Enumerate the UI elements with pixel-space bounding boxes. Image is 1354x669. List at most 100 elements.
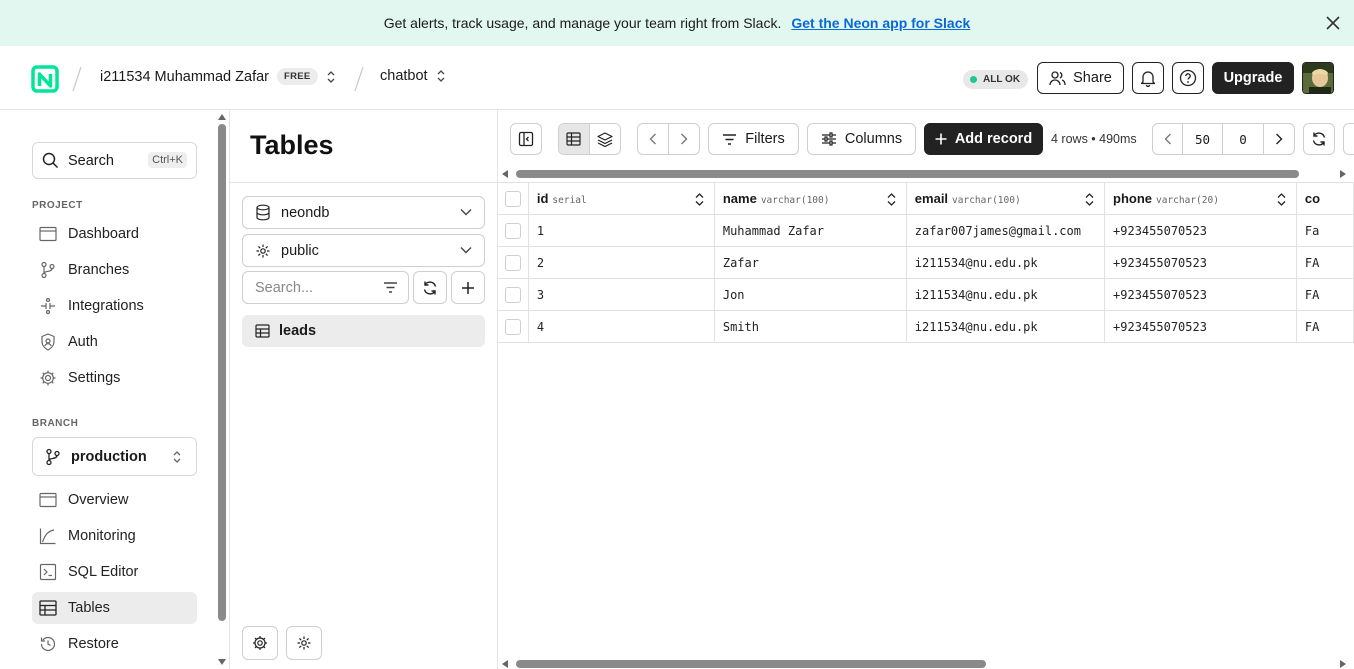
table-cell[interactable]: +923455070523	[1104, 278, 1297, 311]
row-checkbox[interactable]	[504, 286, 521, 303]
toggle-sidebar-button[interactable]	[510, 123, 542, 155]
project-section-label: PROJECT	[32, 200, 83, 211]
column-header-phone[interactable]: phone varchar(20)	[1104, 182, 1297, 215]
columns-button[interactable]: Columns	[807, 123, 916, 155]
next-page-button[interactable]	[1264, 124, 1294, 154]
view-mode-toggle	[558, 123, 621, 155]
sidebar-item-dashboard[interactable]: Dashboard	[32, 218, 197, 250]
monitoring-icon	[39, 527, 57, 545]
schema-view-button[interactable]	[286, 626, 322, 660]
row-checkbox[interactable]	[504, 222, 521, 239]
column-header-email[interactable]: email varchar(100)	[906, 182, 1106, 215]
offset-input[interactable]: 0	[1223, 124, 1264, 154]
refresh-data-button[interactable]	[1303, 123, 1335, 155]
table-row[interactable]: 4 Smith i211534@nu.edu.pk +923455070523 …	[498, 310, 1354, 343]
table-cell[interactable]: Muhammad Zafar	[714, 214, 907, 247]
sort-icon	[1085, 193, 1094, 206]
sidebar-scroll-thumb[interactable]	[218, 124, 226, 621]
table-row[interactable]: 2 Zafar i211534@nu.edu.pk +923455070523 …	[498, 246, 1354, 279]
settings-button[interactable]	[242, 626, 278, 660]
refresh-tables-button[interactable]	[413, 271, 447, 304]
notifications-button[interactable]	[1132, 62, 1164, 94]
filters-button[interactable]: Filters	[708, 123, 799, 155]
project-switcher[interactable]: chatbot	[380, 68, 446, 84]
table-cell[interactable]: +923455070523	[1104, 246, 1297, 279]
table-cell[interactable]: 3	[528, 278, 715, 311]
close-banner-button[interactable]	[1320, 10, 1346, 36]
sidebar-item-monitoring[interactable]: Monitoring	[32, 520, 197, 552]
add-record-button[interactable]: Add record	[924, 123, 1043, 155]
help-button[interactable]	[1172, 62, 1204, 94]
layers-view-button[interactable]	[590, 124, 620, 154]
grid-view-button[interactable]	[559, 124, 590, 154]
sidebar-item-integrations[interactable]: Integrations	[32, 290, 197, 322]
column-header-id[interactable]: id serial	[528, 182, 715, 215]
table-icon	[255, 324, 270, 338]
column-header-name[interactable]: name varchar(100)	[714, 182, 907, 215]
slack-app-link[interactable]: Get the Neon app for Slack	[791, 15, 970, 31]
scroll-left-arrow-icon[interactable]	[502, 170, 508, 178]
close-icon	[1326, 16, 1340, 30]
sidebar-item-branches[interactable]: Branches	[32, 254, 197, 286]
row-checkbox[interactable]	[504, 254, 521, 271]
sidebar-item-settings[interactable]: Settings	[32, 362, 197, 394]
table-cell[interactable]: +923455070523	[1104, 310, 1297, 343]
grid-scroll-thumb[interactable]	[516, 170, 1299, 178]
schema-select[interactable]: public	[242, 234, 485, 267]
upgrade-button[interactable]: Upgrade	[1212, 62, 1294, 94]
chevron-up-down-icon	[327, 70, 335, 83]
grid-scrollbar-bottom[interactable]	[498, 657, 1354, 669]
column-header-co[interactable]: co	[1296, 182, 1354, 215]
table-row[interactable]: 1 Muhammad Zafar zafar007james@gmail.com…	[498, 214, 1354, 247]
scroll-right-arrow-icon[interactable]	[1340, 170, 1346, 178]
status-badge[interactable]: ALL OK	[963, 70, 1029, 89]
table-cell[interactable]: Jon	[714, 278, 907, 311]
scroll-up-arrow-icon[interactable]	[218, 114, 226, 120]
table-list-item[interactable]: leads	[242, 315, 485, 347]
row-select-cell	[498, 214, 529, 247]
table-cell[interactable]: Smith	[714, 310, 907, 343]
back-button[interactable]	[638, 124, 669, 154]
scroll-right-arrow-icon[interactable]	[1340, 660, 1346, 668]
table-cell[interactable]: i211534@nu.edu.pk	[906, 310, 1106, 343]
avatar[interactable]	[1302, 62, 1334, 94]
search-button[interactable]: Search Ctrl+K	[32, 142, 197, 179]
table-cell[interactable]: FA	[1296, 310, 1354, 343]
share-button[interactable]: Share	[1037, 62, 1124, 94]
grid-scroll-thumb[interactable]	[516, 660, 986, 668]
search-icon	[42, 152, 59, 169]
scroll-down-arrow-icon[interactable]	[218, 659, 226, 665]
table-cell[interactable]: 2	[528, 246, 715, 279]
table-cell[interactable]: Fa	[1296, 214, 1354, 247]
table-cell[interactable]: i211534@nu.edu.pk	[906, 278, 1106, 311]
sidebar-item-sql-editor[interactable]: SQL Editor	[32, 556, 197, 588]
table-cell[interactable]: FA	[1296, 246, 1354, 279]
sidebar-item-restore[interactable]: Restore	[32, 628, 197, 660]
table-cell[interactable]: i211534@nu.edu.pk	[906, 246, 1106, 279]
table-row[interactable]: 3 Jon i211534@nu.edu.pk +923455070523 FA	[498, 278, 1354, 311]
table-cell[interactable]: FA	[1296, 278, 1354, 311]
page-size-input[interactable]: 50	[1183, 124, 1223, 154]
table-cell[interactable]: zafar007james@gmail.com	[906, 214, 1106, 247]
add-table-button[interactable]	[451, 271, 485, 304]
table-search-input[interactable]: Search...	[242, 271, 409, 304]
database-select[interactable]: neondb	[242, 196, 485, 229]
select-all-checkbox[interactable]	[504, 190, 521, 207]
sidebar-item-auth[interactable]: Auth	[32, 326, 197, 358]
table-cell[interactable]: +923455070523	[1104, 214, 1297, 247]
row-checkbox[interactable]	[504, 318, 521, 335]
org-switcher[interactable]: i211534 Muhammad Zafar FREE	[100, 68, 336, 85]
sidebar-item-overview[interactable]: Overview	[32, 484, 197, 516]
scroll-left-arrow-icon[interactable]	[502, 660, 508, 668]
sidebar-item-tables[interactable]: Tables	[32, 592, 197, 624]
more-button[interactable]	[1343, 123, 1354, 155]
table-cell[interactable]: 1	[528, 214, 715, 247]
table-cell[interactable]: 4	[528, 310, 715, 343]
neon-logo[interactable]	[31, 65, 59, 93]
sidebar-scrollbar[interactable]	[216, 110, 228, 669]
prev-page-button[interactable]	[1153, 124, 1183, 154]
grid-scrollbar-top[interactable]	[498, 168, 1354, 180]
branch-selector[interactable]: production	[32, 437, 197, 476]
table-cell[interactable]: Zafar	[714, 246, 907, 279]
forward-button[interactable]	[669, 124, 699, 154]
